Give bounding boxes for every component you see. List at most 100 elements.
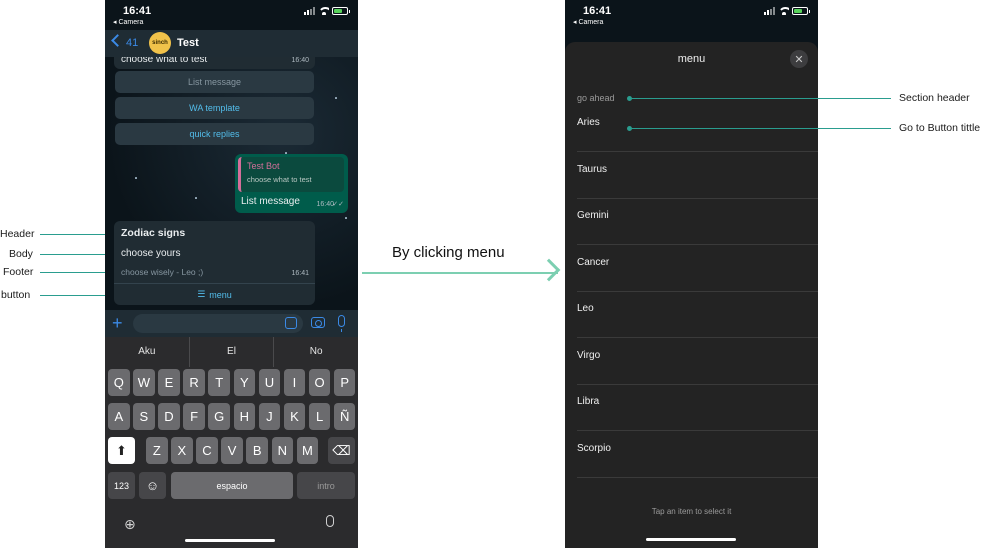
key-c[interactable]: C <box>196 437 218 464</box>
list-button-label: menu <box>209 289 232 300</box>
annotation-body: Body <box>9 248 33 260</box>
signal-icon <box>304 7 315 15</box>
back-chevron-icon[interactable] <box>111 34 124 47</box>
back-to-camera-link[interactable]: ◂ Camera <box>113 18 143 26</box>
chat-title[interactable]: Test <box>177 37 199 49</box>
home-indicator <box>646 538 736 541</box>
keyboard: Aku El No QWERTYUIOP ASDFGHJKLÑ ZXCVBNM … <box>105 337 358 548</box>
microphone-icon[interactable] <box>338 315 345 332</box>
option-list-message-button[interactable]: List message <box>115 71 314 93</box>
transition-arrow <box>362 272 558 274</box>
avatar[interactable]: sinch <box>149 32 171 54</box>
menu-item-leo[interactable]: Leo <box>577 292 818 338</box>
key-o[interactable]: O <box>308 369 331 396</box>
message-text: choose what to test <box>121 57 208 65</box>
status-bar: 16:41 ◂ Camera <box>105 0 358 30</box>
home-indicator <box>185 539 275 542</box>
menu-item-label: Virgo <box>577 349 601 361</box>
key-p[interactable]: P <box>333 369 356 396</box>
battery-icon <box>792 7 810 15</box>
section-header: go ahead <box>577 93 615 103</box>
key-q[interactable]: Q <box>108 369 130 396</box>
key-u[interactable]: U <box>258 369 281 396</box>
menu-item-gemini[interactable]: Gemini <box>577 199 818 245</box>
chat-header: 41 sinch Test <box>105 30 358 57</box>
plus-icon[interactable]: + <box>112 314 123 332</box>
suggestion-item[interactable]: No <box>274 337 358 367</box>
key-a[interactable]: A <box>108 403 130 430</box>
menu-item-label: Taurus <box>577 163 608 175</box>
suggestion-item[interactable]: Aku <box>105 337 190 367</box>
annotation-header: Header <box>0 228 35 240</box>
list-body: choose yours <box>121 248 181 259</box>
key-e[interactable]: E <box>158 369 180 396</box>
menu-item-aries[interactable]: Aries <box>577 106 818 152</box>
key-d[interactable]: D <box>158 403 180 430</box>
list-menu-button[interactable]: ☰ menu <box>114 283 315 305</box>
close-icon[interactable]: ✕ <box>790 50 808 68</box>
emoji-icon[interactable]: ☺ <box>139 472 166 499</box>
key-v[interactable]: V <box>221 437 243 464</box>
signal-icon <box>764 7 775 15</box>
key-k[interactable]: K <box>283 403 306 430</box>
back-to-camera-link[interactable]: ◂ Camera <box>573 18 603 26</box>
menu-item-label: Leo <box>577 303 594 314</box>
composer-bar: + <box>105 310 358 337</box>
sticker-icon[interactable] <box>285 317 297 329</box>
message-text: List message <box>241 196 300 207</box>
menu-item-taurus[interactable]: Taurus <box>577 153 818 199</box>
key-s[interactable]: S <box>133 403 155 430</box>
camera-icon[interactable] <box>311 317 325 328</box>
key-y[interactable]: Y <box>233 369 256 396</box>
key-f[interactable]: F <box>183 403 205 430</box>
key-ñ[interactable]: Ñ <box>333 403 356 430</box>
key-i[interactable]: I <box>283 369 306 396</box>
space-key[interactable]: espacio <box>171 472 293 499</box>
list-icon: ☰ <box>197 289 206 299</box>
globe-icon[interactable]: ⊕ <box>124 516 136 533</box>
arrow-right-icon <box>537 258 561 282</box>
menu-item-virgo[interactable]: Virgo <box>577 339 818 385</box>
menu-item-cancer[interactable]: Cancer <box>577 246 818 292</box>
menu-item-label: Cancer <box>577 256 610 268</box>
shift-key[interactable]: ⬆ <box>108 437 135 464</box>
menu-item-libra[interactable]: Libra <box>577 385 818 431</box>
select-hint: Tap an item to select it <box>651 507 732 516</box>
key-m[interactable]: M <box>296 437 319 464</box>
key-n[interactable]: N <box>271 437 294 464</box>
status-bar: 16:41 ◂ Camera <box>565 0 818 30</box>
menu-item-scorpio[interactable]: Scorpio <box>577 432 818 478</box>
annotation-line-button-title <box>627 126 891 131</box>
list-message-bubble: Zodiac signs choose yours choose wisely … <box>114 221 315 305</box>
key-l[interactable]: L <box>308 403 331 430</box>
key-r[interactable]: R <box>183 369 205 396</box>
annotation-button-title: Go to Button tittle <box>899 122 981 134</box>
enter-key[interactable]: intro <box>297 472 355 499</box>
message-bubble-outgoing: Test Bot choose what to test List messag… <box>235 154 348 213</box>
sheet-title: menu <box>677 53 706 65</box>
back-unread-count[interactable]: 41 <box>126 37 138 49</box>
key-b[interactable]: B <box>246 437 268 464</box>
suggestion-item[interactable]: El <box>190 337 275 367</box>
menu-item-label: Libra <box>577 396 600 407</box>
key-x[interactable]: X <box>171 437 193 464</box>
key-z[interactable]: Z <box>146 437 168 464</box>
key-j[interactable]: J <box>258 403 281 430</box>
key-t[interactable]: T <box>208 369 230 396</box>
list-footer: choose wisely - Leo ;) <box>121 267 204 277</box>
backspace-key[interactable]: ⌫ <box>328 437 355 464</box>
key-w[interactable]: W <box>133 369 155 396</box>
key-g[interactable]: G <box>208 403 230 430</box>
annotation-footer: Footer <box>3 266 34 278</box>
wifi-icon <box>318 7 329 15</box>
message-input[interactable] <box>133 314 303 333</box>
numbers-key[interactable]: 123 <box>108 472 135 499</box>
option-wa-template-button[interactable]: WA template <box>115 97 314 119</box>
key-h[interactable]: H <box>233 403 256 430</box>
dictation-icon[interactable] <box>326 515 334 527</box>
wifi-icon <box>778 7 789 15</box>
quoted-message[interactable]: Test Bot choose what to test <box>238 157 344 192</box>
menu-item-label: Gemini <box>577 210 609 221</box>
status-time: 16:41 <box>583 5 612 17</box>
option-quick-replies-button[interactable]: quick replies <box>115 123 314 145</box>
